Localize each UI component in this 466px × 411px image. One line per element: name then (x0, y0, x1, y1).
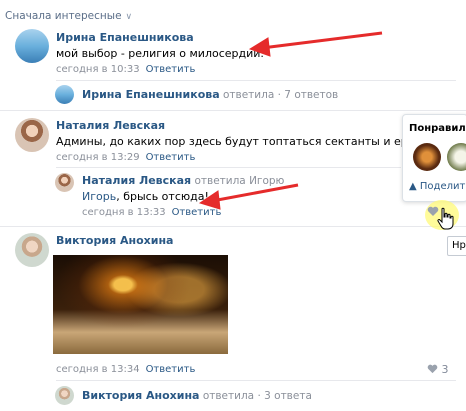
annotation-arrows (198, 31, 383, 210)
annotation-arrow (198, 183, 299, 210)
annotation-arrow (248, 31, 383, 57)
